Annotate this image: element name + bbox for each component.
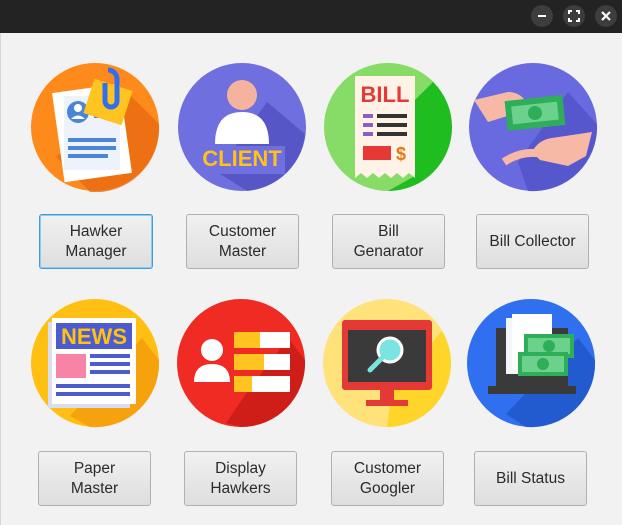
bill-icon-text: BILL (361, 82, 410, 107)
bill-icon-currency: $ (396, 144, 406, 164)
hawker-manager-button[interactable]: Hawker Manager (39, 214, 153, 269)
bill-status-icon (466, 298, 596, 428)
customer-googler-icon (322, 298, 452, 428)
display-hawkers-icon (176, 298, 306, 428)
window-titlebar (0, 0, 622, 33)
minimize-icon (538, 15, 546, 17)
bill-status-button[interactable]: Bill Status (474, 451, 587, 506)
client-icon: CLIENT (177, 62, 307, 192)
bill-collector-icon (468, 62, 598, 192)
bill-generator-button[interactable]: Bill Genarator (332, 214, 445, 269)
maximize-button[interactable] (563, 5, 585, 27)
paper-master-icon: NEWS (30, 298, 160, 428)
paper-master-button[interactable]: Paper Master (38, 451, 151, 506)
close-button[interactable] (595, 5, 617, 27)
hawker-manager-icon (30, 62, 160, 192)
main-panel: CLIENT BILL $ Hawker Manager Customer Ma… (0, 33, 622, 525)
bill-collector-button[interactable]: Bill Collector (476, 214, 589, 269)
client-icon-text: CLIENT (202, 146, 282, 171)
close-icon (601, 11, 611, 21)
bill-icon: BILL $ (323, 62, 453, 192)
minimize-button[interactable] (531, 5, 553, 27)
customer-master-button[interactable]: Customer Master (186, 214, 299, 269)
maximize-icon (568, 10, 580, 22)
news-icon-text: NEWS (61, 324, 127, 349)
customer-googler-button[interactable]: Customer Googler (331, 451, 444, 506)
display-hawkers-button[interactable]: Display Hawkers (184, 451, 297, 506)
